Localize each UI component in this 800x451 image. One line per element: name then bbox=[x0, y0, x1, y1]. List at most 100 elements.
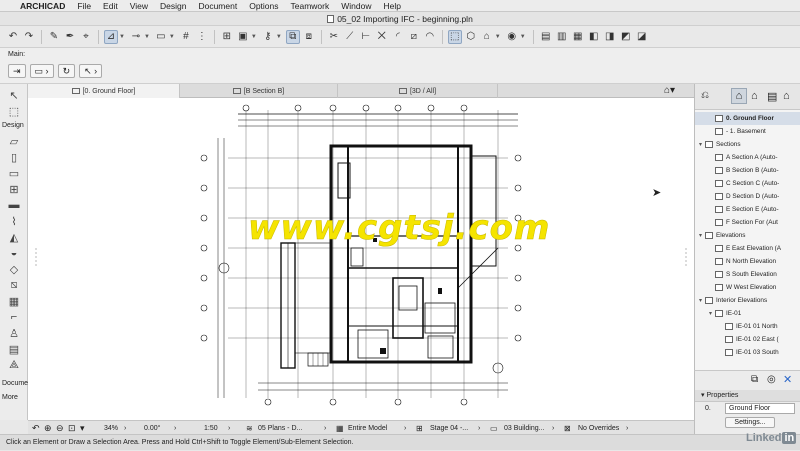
menu-document[interactable]: Document bbox=[192, 0, 243, 12]
navigator-item[interactable]: 0. Ground Floor bbox=[695, 112, 800, 125]
chevron-down-icon[interactable]: › bbox=[174, 421, 176, 435]
navigator-item[interactable]: E Section E (Auto- bbox=[695, 203, 800, 216]
publisher-icon[interactable]: ▥ bbox=[555, 30, 569, 44]
stair-tool-icon[interactable]: ⌇ bbox=[6, 214, 22, 228]
offset-icon[interactable]: ⧄ bbox=[407, 30, 421, 44]
chevron-down-icon[interactable]: › bbox=[228, 421, 230, 435]
new-window-icon[interactable]: ⧉ bbox=[751, 374, 758, 385]
zoom-value[interactable]: 34% bbox=[104, 421, 118, 435]
tab-list-icon[interactable]: ⌂▾ bbox=[664, 85, 675, 96]
window-tool-icon[interactable]: ⊞ bbox=[6, 182, 22, 196]
trace-icon[interactable]: ⧉ bbox=[285, 29, 300, 44]
fillet-icon[interactable]: ◜ bbox=[391, 30, 405, 44]
mesh-tool-icon[interactable]: ⟁ bbox=[6, 358, 22, 372]
menu-help[interactable]: Help bbox=[377, 0, 406, 12]
layer-selector-icon[interactable]: ⇥ bbox=[8, 64, 26, 78]
tab-section-b[interactable]: [B Section B] bbox=[180, 84, 338, 98]
arrow-select-icon[interactable]: ↖ › bbox=[79, 64, 103, 78]
section-marker-icon[interactable]: ◧ bbox=[587, 30, 601, 44]
chevron-down-icon[interactable]: › bbox=[324, 421, 326, 435]
guide-line-icon[interactable]: ⊿ bbox=[104, 29, 118, 44]
perspective-icon[interactable]: ⌂ bbox=[480, 30, 494, 44]
show-trace-icon[interactable]: ⧈ bbox=[302, 30, 316, 44]
inject-parameters-icon[interactable]: ✒ bbox=[63, 30, 77, 44]
zone-tool-icon[interactable]: ▤ bbox=[6, 342, 22, 356]
shell-tool-icon[interactable]: ◒ bbox=[6, 246, 22, 260]
navigator-item[interactable]: C Section C (Auto- bbox=[695, 177, 800, 190]
publisher-sets-icon[interactable]: ⌂ bbox=[783, 90, 790, 102]
arrow-tool-icon[interactable]: ↖ bbox=[6, 88, 22, 102]
chevron-down-icon[interactable]: ▼ bbox=[119, 34, 125, 40]
properties-header[interactable]: ▾ Properties bbox=[695, 390, 800, 402]
slab-tool-icon[interactable]: ▬ bbox=[6, 198, 22, 212]
navigator-item[interactable]: A Section A (Auto- bbox=[695, 151, 800, 164]
pick-up-parameters-icon[interactable]: ✎ bbox=[47, 30, 61, 44]
overrides-value[interactable]: No Overrides bbox=[578, 421, 619, 435]
layer-icon[interactable]: ▣ bbox=[236, 30, 250, 44]
navigator-item[interactable]: E East Elevation (A bbox=[695, 242, 800, 255]
chevron-down-icon[interactable]: ▼ bbox=[251, 34, 257, 40]
menu-archicad[interactable]: ARCHICAD bbox=[14, 0, 71, 12]
grid-snap-icon[interactable]: # bbox=[179, 30, 193, 44]
intersect-icon[interactable]: ⨉ bbox=[375, 30, 389, 44]
elevation-marker-icon[interactable]: ◨ bbox=[603, 30, 617, 44]
navigator-item[interactable]: F Section For (Aut bbox=[695, 216, 800, 229]
toolbox-section-document[interactable]: Docume bbox=[2, 380, 28, 387]
snap-points-icon[interactable]: ⋮ bbox=[195, 30, 209, 44]
scale-value[interactable]: 1:50 bbox=[204, 421, 218, 435]
navigator-item[interactable]: B Section B (Auto- bbox=[695, 164, 800, 177]
zoom-menu-icon[interactable]: ▾ bbox=[80, 421, 85, 435]
chevron-down-icon[interactable]: ▼ bbox=[520, 34, 526, 40]
menu-teamwork[interactable]: Teamwork bbox=[285, 0, 336, 12]
beam-tool-icon[interactable]: ▭ bbox=[6, 166, 22, 180]
split-icon[interactable]: ⟋ bbox=[343, 30, 357, 44]
toolbox-section-design[interactable]: Design bbox=[2, 122, 24, 129]
story-name-field[interactable]: Ground Floor bbox=[725, 403, 795, 414]
chevron-down-icon[interactable]: ▼ bbox=[169, 34, 175, 40]
eyedropper-icon[interactable]: ⌖ bbox=[79, 30, 93, 44]
selection-method-icon[interactable]: ▭ › bbox=[29, 64, 54, 78]
chevron-down-icon[interactable]: › bbox=[404, 421, 406, 435]
organizer-icon[interactable]: ▦ bbox=[571, 30, 585, 44]
navigator-item[interactable]: N North Elevation bbox=[695, 255, 800, 268]
navigator-item[interactable]: W West Elevation bbox=[695, 281, 800, 294]
menu-window[interactable]: Window bbox=[335, 0, 377, 12]
chevron-down-icon[interactable]: ▼ bbox=[144, 34, 150, 40]
curtain-wall-tool-icon[interactable]: ▦ bbox=[6, 294, 22, 308]
layout-book-icon[interactable]: ▤ bbox=[767, 90, 777, 103]
preview-icon[interactable]: ◎ bbox=[767, 374, 776, 385]
3d-view-icon[interactable]: ⬡ bbox=[464, 30, 478, 44]
curve-icon[interactable]: ◠ bbox=[423, 30, 437, 44]
model-view-value[interactable]: Entire Model bbox=[348, 421, 387, 435]
close-icon[interactable]: ✕ bbox=[783, 373, 792, 386]
project-map-icon[interactable]: ⌂ bbox=[731, 88, 747, 104]
pen-set-value[interactable]: 03 Building... bbox=[504, 421, 544, 435]
detail-marker-icon[interactable]: ◩ bbox=[619, 30, 633, 44]
navigator-item[interactable]: IE-01 01 North bbox=[695, 320, 800, 333]
navigator-item[interactable]: - 1. Basement bbox=[695, 125, 800, 138]
redo-icon[interactable]: ↷ bbox=[22, 30, 36, 44]
lock-icon[interactable]: ⚷ bbox=[261, 30, 275, 44]
wall-tool-icon[interactable]: ▱ bbox=[6, 134, 22, 148]
settings-button[interactable]: Settings... bbox=[725, 417, 775, 428]
floor-plan-canvas[interactable]: www.cgtsj.com ➤ bbox=[28, 98, 694, 420]
navigator-item[interactable]: D Section D (Auto- bbox=[695, 190, 800, 203]
morph-tool-icon[interactable]: ◇ bbox=[6, 262, 22, 276]
marquee-tool-icon[interactable]: ⬚ bbox=[6, 104, 22, 118]
scissors-icon[interactable]: ✂ bbox=[327, 30, 341, 44]
zoom-out-icon[interactable]: ⊖ bbox=[56, 421, 64, 435]
fit-window-icon[interactable]: ⊡ bbox=[68, 421, 76, 435]
roof-tool-icon[interactable]: ◭ bbox=[6, 230, 22, 244]
worksheet-icon[interactable]: ◪ bbox=[635, 30, 649, 44]
navigator-item[interactable]: ▾ IE-01 bbox=[695, 307, 800, 320]
chevron-down-icon[interactable]: › bbox=[478, 421, 480, 435]
skylight-tool-icon[interactable]: ⧅ bbox=[6, 278, 22, 292]
renovation-value[interactable]: Stage 04 -... bbox=[430, 421, 468, 435]
render-icon[interactable]: ◉ bbox=[505, 30, 519, 44]
object-tool-icon[interactable]: ♙ bbox=[6, 326, 22, 340]
chevron-down-icon[interactable]: ▼ bbox=[495, 34, 501, 40]
column-tool-icon[interactable]: ▯ bbox=[6, 150, 22, 164]
layer-combo-value[interactable]: 05 Plans - D... bbox=[258, 421, 302, 435]
toolbox-section-more[interactable]: More bbox=[2, 394, 18, 401]
navigator-item[interactable]: IE-01 03 South bbox=[695, 346, 800, 359]
